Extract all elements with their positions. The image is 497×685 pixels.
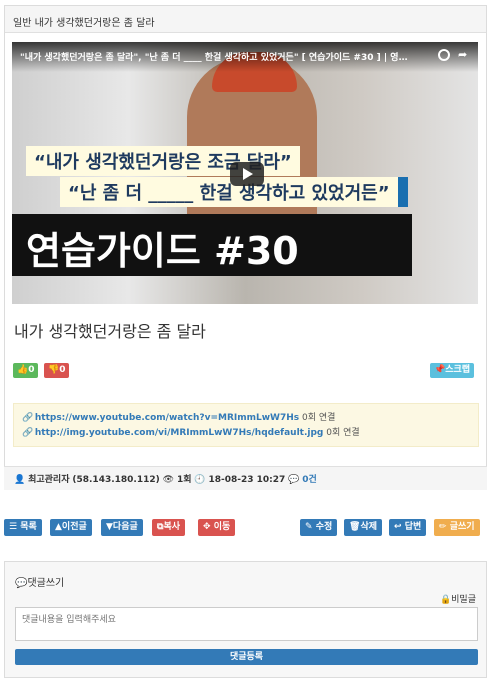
- link-count: 0회 연결: [302, 413, 336, 423]
- video-caption-3: 연습가이드 #30: [12, 214, 412, 276]
- watch-later-icon[interactable]: [438, 49, 450, 61]
- good-count: 0: [28, 365, 35, 375]
- link-icon: 🔗: [22, 428, 34, 438]
- nogood-button[interactable]: 👎0: [44, 363, 70, 378]
- move-icon: ✥: [203, 522, 211, 532]
- chevron-down-icon: ▼: [106, 522, 113, 532]
- post-datetime: 18-08-23 10:27: [208, 475, 286, 485]
- link-box: 🔗 https://www.youtube.com/watch?v=MRImmL…: [13, 403, 479, 447]
- edit-button[interactable]: ✎ 수정: [300, 519, 338, 536]
- reply-icon: ↩: [394, 522, 402, 532]
- youtube-embed[interactable]: "내가 생각했던거랑은 좀 달라", "난 좀 더 ____ 한걸 생각하고 있…: [12, 42, 478, 304]
- link-url[interactable]: http://img.youtube.com/vi/MRImmLwW7Hs/hq…: [35, 428, 323, 438]
- thumbs-down-icon: 👎: [48, 365, 60, 375]
- scrap-button[interactable]: 📌스크랩: [430, 363, 475, 378]
- secret-checkbox[interactable]: 🔒비밀글: [440, 592, 476, 605]
- comment-count: 0건: [302, 475, 317, 485]
- list-button[interactable]: ☰ 목록: [4, 519, 42, 536]
- good-button[interactable]: 👍0: [13, 363, 39, 378]
- list-label: 목록: [20, 522, 37, 532]
- copy-label: 복사: [163, 522, 180, 532]
- play-button-icon[interactable]: [230, 162, 264, 186]
- move-button[interactable]: ✥ 이동: [198, 519, 236, 536]
- edit-icon: ✎: [305, 522, 313, 532]
- link-url[interactable]: https://www.youtube.com/watch?v=MRImmLwW…: [35, 413, 299, 423]
- nogood-count: 0: [59, 365, 66, 375]
- share-icon[interactable]: ➦: [458, 48, 467, 61]
- comment-textarea[interactable]: [15, 607, 478, 641]
- lock-icon: 🔒: [439, 595, 452, 605]
- write-button[interactable]: ✏ 글쓰기: [434, 519, 480, 536]
- post-title: 내가 생각했던거랑은 좀 달라: [14, 322, 206, 341]
- link-count: 0회 연결: [326, 428, 360, 438]
- prev-button[interactable]: ▲이전글: [50, 519, 92, 536]
- view-count: 1회: [176, 475, 192, 485]
- link-icon: 🔗: [22, 413, 34, 423]
- trash-icon: 🗑: [349, 522, 361, 532]
- comment-form: 💬댓글쓰기 🔒비밀글 댓글등록: [4, 561, 487, 678]
- write-label: 글쓰기: [449, 522, 475, 532]
- next-label: 다음글: [112, 522, 138, 532]
- video-title[interactable]: "내가 생각했던거랑은 좀 달라", "난 좀 더 ____ 한걸 생각하고 있…: [20, 50, 425, 63]
- delete-label: 삭제: [360, 522, 377, 532]
- comment-submit-button[interactable]: 댓글등록: [15, 649, 478, 665]
- prev-label: 이전글: [61, 522, 87, 532]
- copy-button[interactable]: ⧉복사: [152, 519, 185, 536]
- author-name[interactable]: 최고관리자: [28, 475, 69, 485]
- edit-label: 수정: [315, 522, 333, 532]
- comments-icon: 💬: [15, 578, 28, 589]
- comment-icon: 💬: [288, 475, 300, 485]
- reply-label: 답변: [404, 522, 422, 532]
- eye-icon: 👁: [162, 475, 175, 485]
- pin-icon: 📌: [434, 365, 446, 375]
- list-icon: ☰: [9, 522, 18, 532]
- thumbs-up-icon: 👍: [17, 365, 29, 375]
- clock-icon: 🕘: [194, 475, 206, 485]
- link-row: 🔗 http://img.youtube.com/vi/MRImmLwW7Hs/…: [22, 425, 470, 440]
- scrap-label: 스크랩: [445, 365, 471, 375]
- post-category-title: 일반 내가 생각했던거랑은 좀 달라: [5, 6, 486, 33]
- author-ip: (58.143.180.112): [72, 475, 160, 485]
- user-icon: 👤: [14, 475, 26, 485]
- pencil-icon: ✏: [439, 522, 447, 532]
- delete-button[interactable]: 🗑삭제: [344, 519, 382, 536]
- chevron-up-icon: ▲: [55, 522, 62, 532]
- next-button[interactable]: ▼다음글: [101, 519, 143, 536]
- move-label: 이동: [213, 522, 231, 532]
- reply-button[interactable]: ↩ 답변: [389, 519, 427, 536]
- link-row: 🔗 https://www.youtube.com/watch?v=MRImmL…: [22, 410, 470, 425]
- comment-heading-label: 댓글쓰기: [27, 578, 65, 589]
- secret-label: 비밀글: [451, 595, 476, 605]
- post-meta: 👤 최고관리자 (58.143.180.112) 👁 1회 🕘 18-08-23…: [4, 466, 487, 490]
- comment-heading: 💬댓글쓰기: [15, 574, 64, 589]
